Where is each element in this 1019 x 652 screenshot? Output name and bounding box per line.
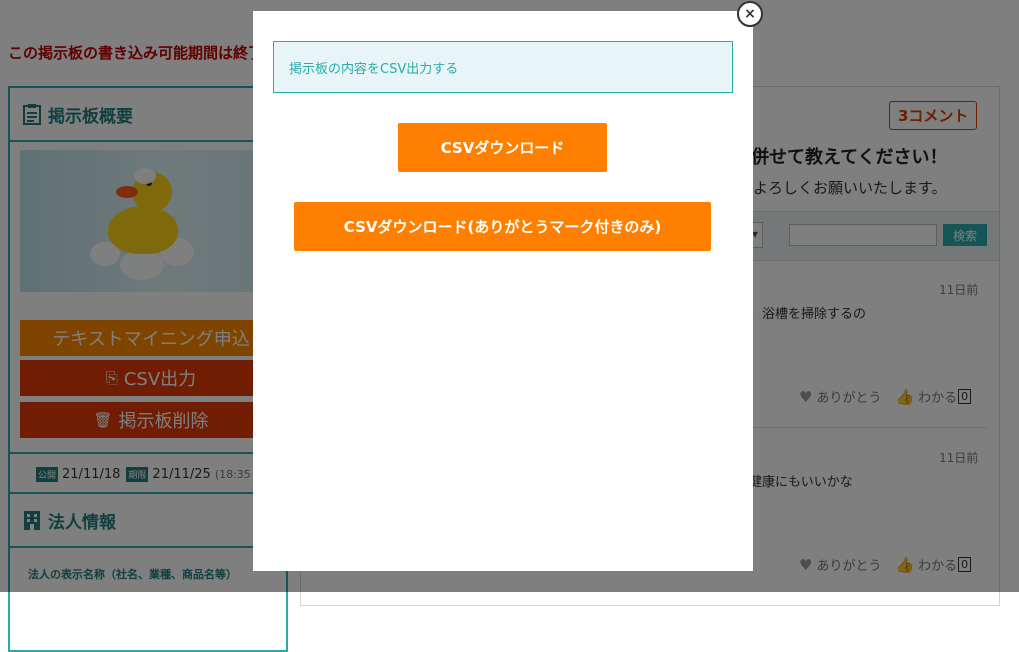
csv-export-modal: 掲示板の内容をCSV出力する CSVダウンロード CSVダウンロード(ありがとう… bbox=[253, 11, 753, 571]
modal-heading: 掲示板の内容をCSV出力する bbox=[273, 41, 733, 93]
csv-download-thanks-only-button[interactable]: CSVダウンロード(ありがとうマーク付きのみ) bbox=[294, 202, 711, 251]
csv-download-button[interactable]: CSVダウンロード bbox=[398, 123, 607, 172]
close-icon[interactable]: × bbox=[737, 1, 763, 27]
